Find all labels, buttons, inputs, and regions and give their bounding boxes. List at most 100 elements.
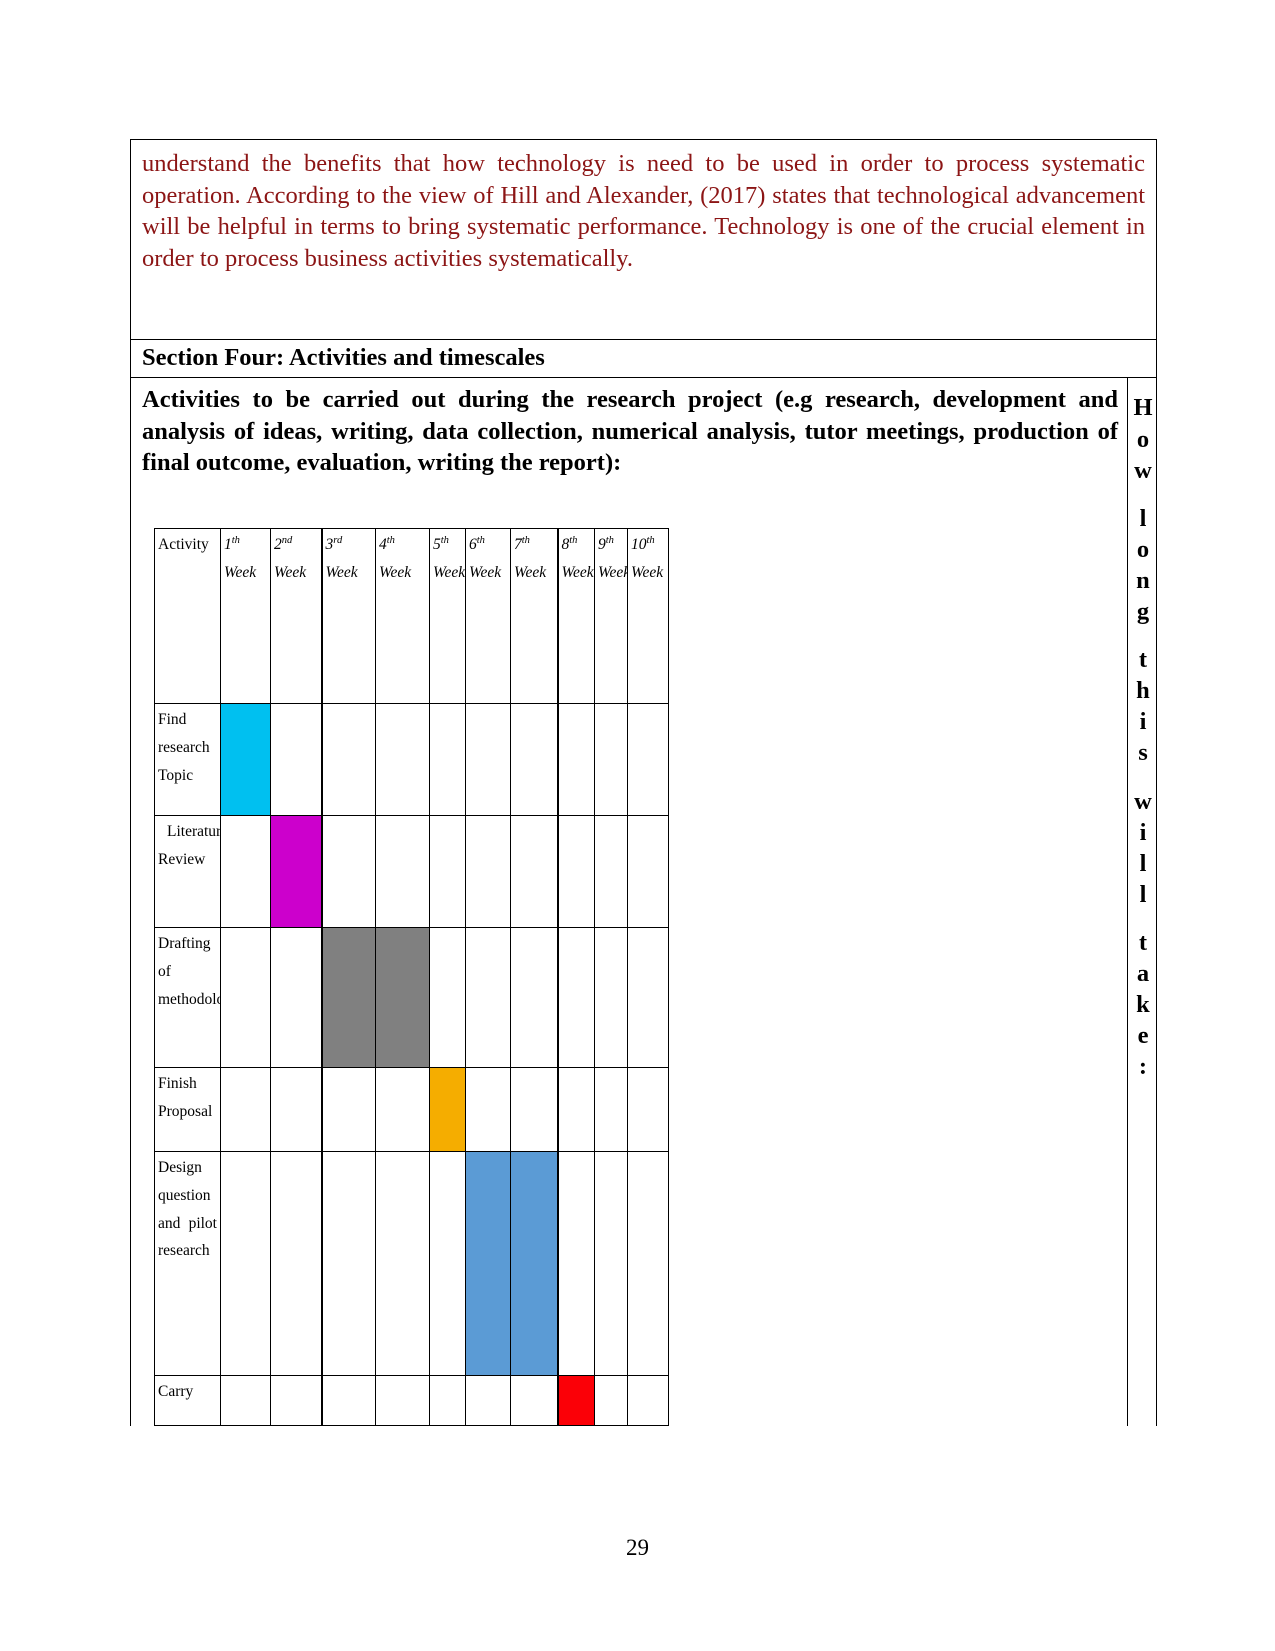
gantt-cell-filled	[465, 1151, 511, 1377]
intro-paragraph: understand the benefits that how technol…	[142, 150, 1145, 272]
gantt-cell-empty	[465, 1067, 511, 1153]
vertical-label-char: h	[1136, 677, 1150, 705]
gantt-activity-name: Literature Review	[158, 823, 220, 869]
gantt-cell-empty	[270, 927, 322, 1069]
gantt-cell-empty	[320, 815, 376, 929]
gantt-header-week-7: 7th Week	[510, 528, 558, 705]
gantt-header-week-9: 9th Week	[594, 528, 628, 705]
vertical-label-space	[1132, 486, 1154, 503]
activities-main-cell: Activities to be carried out during the …	[131, 378, 1128, 1427]
gantt-cell-filled	[510, 1151, 558, 1377]
vertical-label-space	[1132, 627, 1154, 644]
gantt-cell-empty	[375, 815, 430, 929]
gantt-cell-empty	[594, 703, 628, 817]
gantt-cell-empty	[220, 1067, 271, 1153]
vertical-label-char: e	[1137, 1022, 1149, 1050]
gantt-header-week-1: 1th Week	[220, 528, 271, 705]
how-long-column-cell: Howlongthiswilltake:	[1128, 378, 1156, 1426]
gantt-cell-empty	[320, 1151, 376, 1377]
gantt-cell-empty	[594, 927, 628, 1069]
gantt-cell-empty	[375, 1067, 430, 1153]
gantt-cell-empty	[320, 1067, 376, 1153]
gantt-cell-empty	[270, 1067, 322, 1153]
gantt-cell-empty	[429, 1151, 466, 1377]
gantt-cell-empty	[220, 1151, 271, 1377]
gantt-cell-filled	[375, 927, 430, 1069]
gantt-header-week-2: 2nd Week	[270, 528, 322, 705]
vertical-label-char: n	[1136, 566, 1150, 594]
gantt-activity-label: Carry	[154, 1375, 221, 1427]
gantt-cell-empty	[556, 815, 595, 929]
gantt-row: Find research Topic	[154, 703, 669, 817]
vertical-label-char: l	[1139, 880, 1147, 908]
gantt-cell-empty	[429, 815, 466, 929]
gantt-row: Literature Review	[154, 815, 669, 929]
gantt-cell-empty	[220, 1375, 271, 1427]
gantt-header-activity: Activity	[154, 528, 221, 705]
vertical-label-space	[1132, 910, 1154, 927]
gantt-cell-empty	[556, 1067, 595, 1153]
gantt-cell-empty	[375, 1151, 430, 1377]
document-outer-table: understand the benefits that how technol…	[130, 139, 1157, 1427]
gantt-cell-empty	[270, 703, 322, 817]
gantt-cell-filled	[270, 815, 322, 929]
vertical-label-char: w	[1134, 787, 1152, 815]
gantt-header-week-3: 3rd Week	[320, 528, 376, 705]
gantt-cell-empty	[556, 1151, 595, 1377]
gantt-cell-empty	[627, 815, 669, 929]
vertical-label-char: s	[1138, 739, 1148, 767]
gantt-row: Drafting of methodology	[154, 927, 669, 1069]
gantt-cell-empty	[510, 815, 558, 929]
gantt-activity-name: Drafting of methodology	[158, 935, 220, 1008]
gantt-cell-empty	[594, 1375, 628, 1427]
gantt-cell-empty	[270, 1375, 322, 1427]
gantt-header-week-5: 5th Week	[429, 528, 466, 705]
vertical-label-char: i	[1139, 818, 1147, 846]
page-number: 29	[626, 1535, 649, 1560]
gantt-cell-empty	[375, 703, 430, 817]
gantt-cell-filled	[320, 927, 376, 1069]
activities-body-row: Activities to be carried out during the …	[131, 378, 1156, 1427]
gantt-cell-empty	[510, 927, 558, 1069]
gantt-cell-empty	[465, 927, 511, 1069]
vertical-label-char: o	[1136, 425, 1150, 453]
gantt-cell-empty	[465, 815, 511, 929]
gantt-cell-empty	[429, 703, 466, 817]
gantt-cell-empty	[270, 1151, 322, 1377]
intro-paragraph-cell: understand the benefits that how technol…	[131, 140, 1156, 340]
vertical-label-space	[1132, 769, 1154, 786]
gantt-header-week-6: 6th Week	[465, 528, 511, 705]
gantt-activity-label: Drafting of methodology	[154, 927, 221, 1069]
gantt-cell-empty	[627, 1067, 669, 1153]
gantt-cell-empty	[375, 1375, 430, 1427]
gantt-header-week-8: 8th Week	[556, 528, 595, 705]
gantt-chart-wrapper: Activity 1th Week 2nd Week 3rd Week 4th Week…	[154, 528, 1118, 1427]
gantt-cell-empty	[627, 1151, 669, 1377]
gantt-cell-filled	[556, 1375, 595, 1427]
gantt-activity-name: Carry	[158, 1383, 194, 1401]
gantt-cell-empty	[320, 703, 376, 817]
gantt-cell-empty	[627, 703, 669, 817]
gantt-cell-empty	[627, 927, 669, 1069]
vertical-label-char: a	[1136, 960, 1150, 988]
section-heading-cell: Section Four: Activities and timescales	[131, 340, 1156, 379]
gantt-header-row: Activity 1th Week 2nd Week 3rd Week 4th Week…	[154, 528, 669, 705]
gantt-row: Finish Proposal	[154, 1067, 669, 1153]
vertical-label-char: t	[1138, 646, 1148, 674]
document-page: understand the benefits that how technol…	[0, 0, 1275, 1651]
gantt-activity-name: Finish Proposal	[158, 1075, 213, 1121]
gantt-activity-label: Design question and pilot research	[154, 1151, 221, 1377]
gantt-activity-name: Design question and pilot research	[158, 1159, 217, 1260]
gantt-cell-empty	[220, 927, 271, 1069]
gantt-cell-filled	[220, 703, 271, 817]
gantt-header-week-4: 4th Week	[375, 528, 430, 705]
vertical-label-char: H	[1133, 394, 1153, 422]
gantt-cell-empty	[465, 1375, 511, 1427]
gantt-activity-name: Find research Topic	[158, 711, 210, 784]
gantt-table: Activity 1th Week 2nd Week 3rd Week 4th Week…	[154, 528, 669, 1427]
vertical-label-char: k	[1136, 991, 1150, 1019]
vertical-label-char: o	[1136, 535, 1150, 563]
gantt-cell-empty	[510, 1375, 558, 1427]
gantt-cell-empty	[220, 815, 271, 929]
how-long-vertical-label: Howlongthiswilltake:	[1132, 392, 1154, 1082]
